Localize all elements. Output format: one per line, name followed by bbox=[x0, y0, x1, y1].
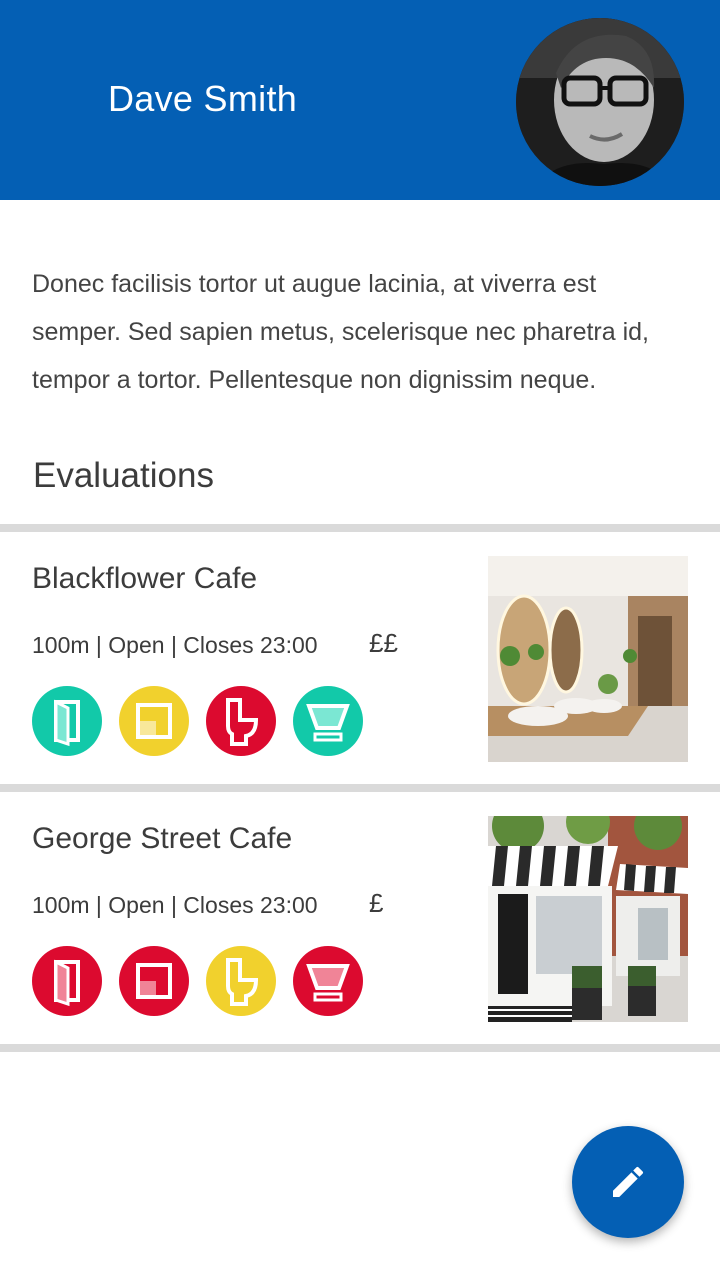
divider bbox=[0, 524, 720, 532]
user-name: Dave Smith bbox=[108, 78, 298, 119]
divider bbox=[0, 1044, 720, 1052]
evaluation-card[interactable]: Blackflower Cafe 100m | Open | Closes 23… bbox=[0, 532, 720, 784]
room-icon bbox=[119, 686, 189, 756]
restroom-photo bbox=[488, 556, 688, 762]
cup-icon bbox=[293, 946, 363, 1016]
evaluations-heading: Evaluations bbox=[33, 456, 214, 495]
profile-header: Dave Smith bbox=[0, 0, 720, 200]
venue-meta: 100m | Open | Closes 23:00 bbox=[32, 892, 318, 918]
avatar[interactable] bbox=[516, 18, 684, 186]
room-icon bbox=[119, 946, 189, 1016]
edit-fab-button[interactable] bbox=[572, 1126, 684, 1238]
pencil-icon bbox=[613, 1166, 644, 1197]
cup-icon bbox=[293, 686, 363, 756]
toilet-icon bbox=[206, 686, 276, 756]
door-icon bbox=[32, 946, 102, 1016]
storefront-photo bbox=[488, 816, 688, 1022]
price-level: ££ bbox=[369, 628, 398, 658]
venue-name: Blackflower Cafe bbox=[32, 562, 258, 595]
venue-meta: 100m | Open | Closes 23:00 bbox=[32, 632, 318, 658]
evaluation-card[interactable]: George Street Cafe 100m | Open | Closes … bbox=[0, 792, 720, 1044]
door-icon bbox=[32, 686, 102, 756]
venue-name: George Street Cafe bbox=[32, 822, 293, 855]
price-level: £ bbox=[369, 888, 384, 918]
profile-bio: Donec facilisis tortor ut augue lacinia,… bbox=[32, 270, 650, 394]
divider bbox=[0, 784, 720, 792]
toilet-icon bbox=[206, 946, 276, 1016]
